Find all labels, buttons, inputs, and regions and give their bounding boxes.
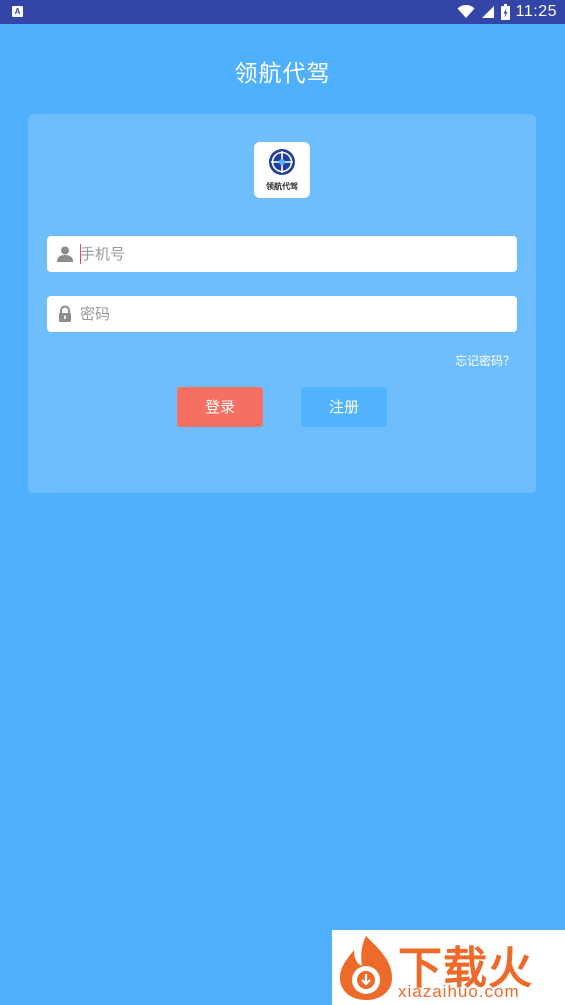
flame-logo-icon xyxy=(340,936,392,1000)
forgot-password-link[interactable]: 忘记密码？ xyxy=(455,352,515,369)
phone-input[interactable] xyxy=(80,236,505,272)
lock-icon xyxy=(59,305,71,322)
logo-text: 领航代驾 xyxy=(266,182,298,191)
status-indicators: 11:25 xyxy=(457,2,557,22)
battery-icon xyxy=(500,4,510,20)
app-logo: 领航代驾 xyxy=(254,142,310,198)
watermark-url: xiazaihuo.com xyxy=(398,982,520,1001)
compass-logo-icon xyxy=(269,149,295,175)
app-notification-icon: A xyxy=(12,6,23,17)
page-title: 领航代驾 xyxy=(234,61,331,87)
person-icon xyxy=(57,246,73,262)
login-card: 领航代驾 忘记密码？ 登录 注册 xyxy=(28,114,536,493)
signal-icon xyxy=(481,6,494,18)
wifi-icon xyxy=(457,5,475,18)
password-input[interactable] xyxy=(80,296,505,332)
password-input-row[interactable] xyxy=(47,296,517,332)
login-button[interactable]: 登录 xyxy=(177,387,263,427)
watermark: 下载火 xiazaihuo.com xyxy=(332,930,565,1005)
register-button[interactable]: 注册 xyxy=(301,387,387,427)
status-time: 11:25 xyxy=(515,3,557,20)
phone-input-row[interactable] xyxy=(47,236,517,272)
status-bar: A 11:25 xyxy=(0,0,565,24)
